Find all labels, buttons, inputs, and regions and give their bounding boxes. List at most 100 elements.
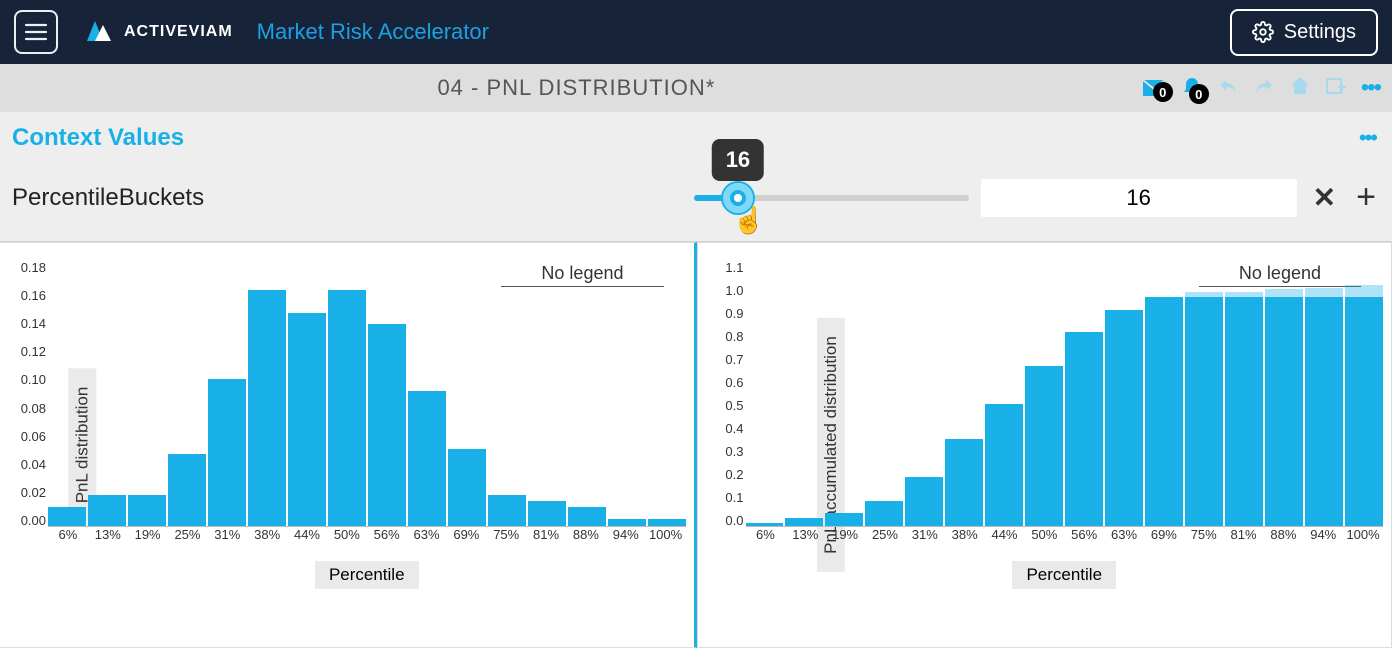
top-nav: ACTIVEVIAM Market Risk Accelerator Setti… xyxy=(0,0,1392,64)
x-tick: 81% xyxy=(1224,527,1264,551)
messages-button[interactable]: 0 xyxy=(1141,78,1167,98)
bar[interactable] xyxy=(945,439,983,526)
y-tick: 1.1 xyxy=(708,261,744,274)
redo-icon xyxy=(1253,76,1275,96)
bar[interactable] xyxy=(408,391,446,526)
bar[interactable] xyxy=(48,507,86,526)
x-tick: 31% xyxy=(207,527,247,551)
x-tick: 56% xyxy=(1064,527,1104,551)
x-tick: 31% xyxy=(905,527,945,551)
y-tick: 1.0 xyxy=(708,284,744,297)
remove-context-button[interactable]: ✕ xyxy=(1309,181,1340,214)
y-tick: 0.10 xyxy=(10,373,46,386)
bar[interactable] xyxy=(985,404,1023,526)
more-menu-button[interactable]: ••• xyxy=(1361,74,1380,102)
redo-button[interactable] xyxy=(1253,76,1275,101)
x-tick: 19% xyxy=(825,527,865,551)
title-bar: 04 - PNL DISTRIBUTION* 0 0 ••• xyxy=(0,64,1392,112)
bar[interactable] xyxy=(128,495,166,526)
chart-x-label: Percentile xyxy=(1012,561,1116,589)
bar[interactable] xyxy=(328,290,366,526)
y-tick: 0.16 xyxy=(10,289,46,302)
chart-y-axis: 0.180.160.140.120.100.080.060.040.020.00 xyxy=(10,261,46,527)
bar[interactable] xyxy=(905,477,943,526)
y-tick: 0.14 xyxy=(10,317,46,330)
undo-icon xyxy=(1217,76,1239,96)
bar[interactable] xyxy=(825,513,863,526)
undo-button[interactable] xyxy=(1217,76,1239,101)
settings-button[interactable]: Settings xyxy=(1230,9,1378,56)
bar[interactable] xyxy=(1185,297,1223,526)
bar[interactable] xyxy=(168,454,206,526)
x-tick: 94% xyxy=(606,527,646,551)
bar[interactable] xyxy=(746,523,784,526)
x-tick: 25% xyxy=(168,527,208,551)
menu-toggle-button[interactable] xyxy=(14,10,58,54)
y-tick: 0.1 xyxy=(708,491,744,504)
x-tick: 75% xyxy=(1184,527,1224,551)
bar[interactable] xyxy=(1105,310,1143,526)
x-tick: 63% xyxy=(407,527,447,551)
x-tick: 13% xyxy=(785,527,825,551)
bar[interactable] xyxy=(288,313,326,526)
bar[interactable] xyxy=(208,379,246,526)
x-tick: 38% xyxy=(945,527,985,551)
bar[interactable] xyxy=(1225,297,1263,526)
alerts-button[interactable]: 0 xyxy=(1181,76,1203,100)
home-icon xyxy=(1289,75,1311,97)
chart-y-axis: 1.11.00.90.80.70.60.50.40.30.20.10.0 xyxy=(708,261,744,527)
y-tick: 0.00 xyxy=(10,514,46,527)
slider-value-input[interactable] xyxy=(981,179,1297,217)
y-tick: 0.06 xyxy=(10,430,46,443)
y-tick: 0.6 xyxy=(708,376,744,389)
bar[interactable] xyxy=(648,519,686,526)
bar[interactable] xyxy=(88,495,126,526)
bar[interactable] xyxy=(368,324,406,526)
hamburger-icon xyxy=(25,23,47,41)
x-tick: 6% xyxy=(48,527,88,551)
x-tick: 100% xyxy=(1343,527,1383,551)
x-tick: 50% xyxy=(1024,527,1064,551)
context-heading: Context Values xyxy=(12,124,1359,152)
y-tick: 0.2 xyxy=(708,468,744,481)
y-tick: 0.0 xyxy=(708,514,744,527)
x-tick: 81% xyxy=(526,527,566,551)
bar[interactable] xyxy=(1065,332,1103,526)
bar[interactable] xyxy=(1345,297,1383,526)
y-tick: 0.3 xyxy=(708,445,744,458)
bar[interactable] xyxy=(488,495,526,526)
gear-icon xyxy=(1252,21,1274,43)
add-context-button[interactable]: + xyxy=(1352,178,1380,217)
home-button[interactable] xyxy=(1289,75,1311,102)
chart-x-axis: 6%13%19%25%31%38%44%50%56%63%69%75%81%88… xyxy=(48,527,686,551)
x-tick: 63% xyxy=(1104,527,1144,551)
x-tick: 88% xyxy=(566,527,606,551)
bar[interactable] xyxy=(865,501,903,526)
x-tick: 13% xyxy=(88,527,128,551)
bar[interactable] xyxy=(448,449,486,526)
bar[interactable] xyxy=(1025,366,1063,526)
context-menu-button[interactable]: ••• xyxy=(1359,125,1380,151)
slider-thumb[interactable] xyxy=(723,183,753,213)
bar[interactable] xyxy=(785,518,823,526)
bar[interactable] xyxy=(1145,297,1183,526)
y-tick: 0.7 xyxy=(708,353,744,366)
context-values-panel: Context Values ••• PercentileBuckets 16 … xyxy=(0,112,1392,242)
bar[interactable] xyxy=(1305,297,1343,526)
slider-tooltip: 16 xyxy=(712,139,764,181)
alerts-count: 0 xyxy=(1189,84,1209,104)
x-tick: 25% xyxy=(865,527,905,551)
x-tick: 44% xyxy=(287,527,327,551)
bar[interactable] xyxy=(1265,297,1303,526)
percentile-slider[interactable]: 16 ☝️ xyxy=(694,195,969,201)
add-panel-icon xyxy=(1325,75,1347,97)
chart-plot: 1.11.00.90.80.70.60.50.40.30.20.10.0 6%1… xyxy=(746,261,1384,551)
app-title: Market Risk Accelerator xyxy=(257,19,489,45)
x-tick: 88% xyxy=(1263,527,1303,551)
add-panel-button[interactable] xyxy=(1325,75,1347,102)
bar[interactable] xyxy=(248,290,286,526)
bar[interactable] xyxy=(528,501,566,526)
bar[interactable] xyxy=(568,507,606,526)
x-tick: 100% xyxy=(646,527,686,551)
bar[interactable] xyxy=(608,519,646,526)
